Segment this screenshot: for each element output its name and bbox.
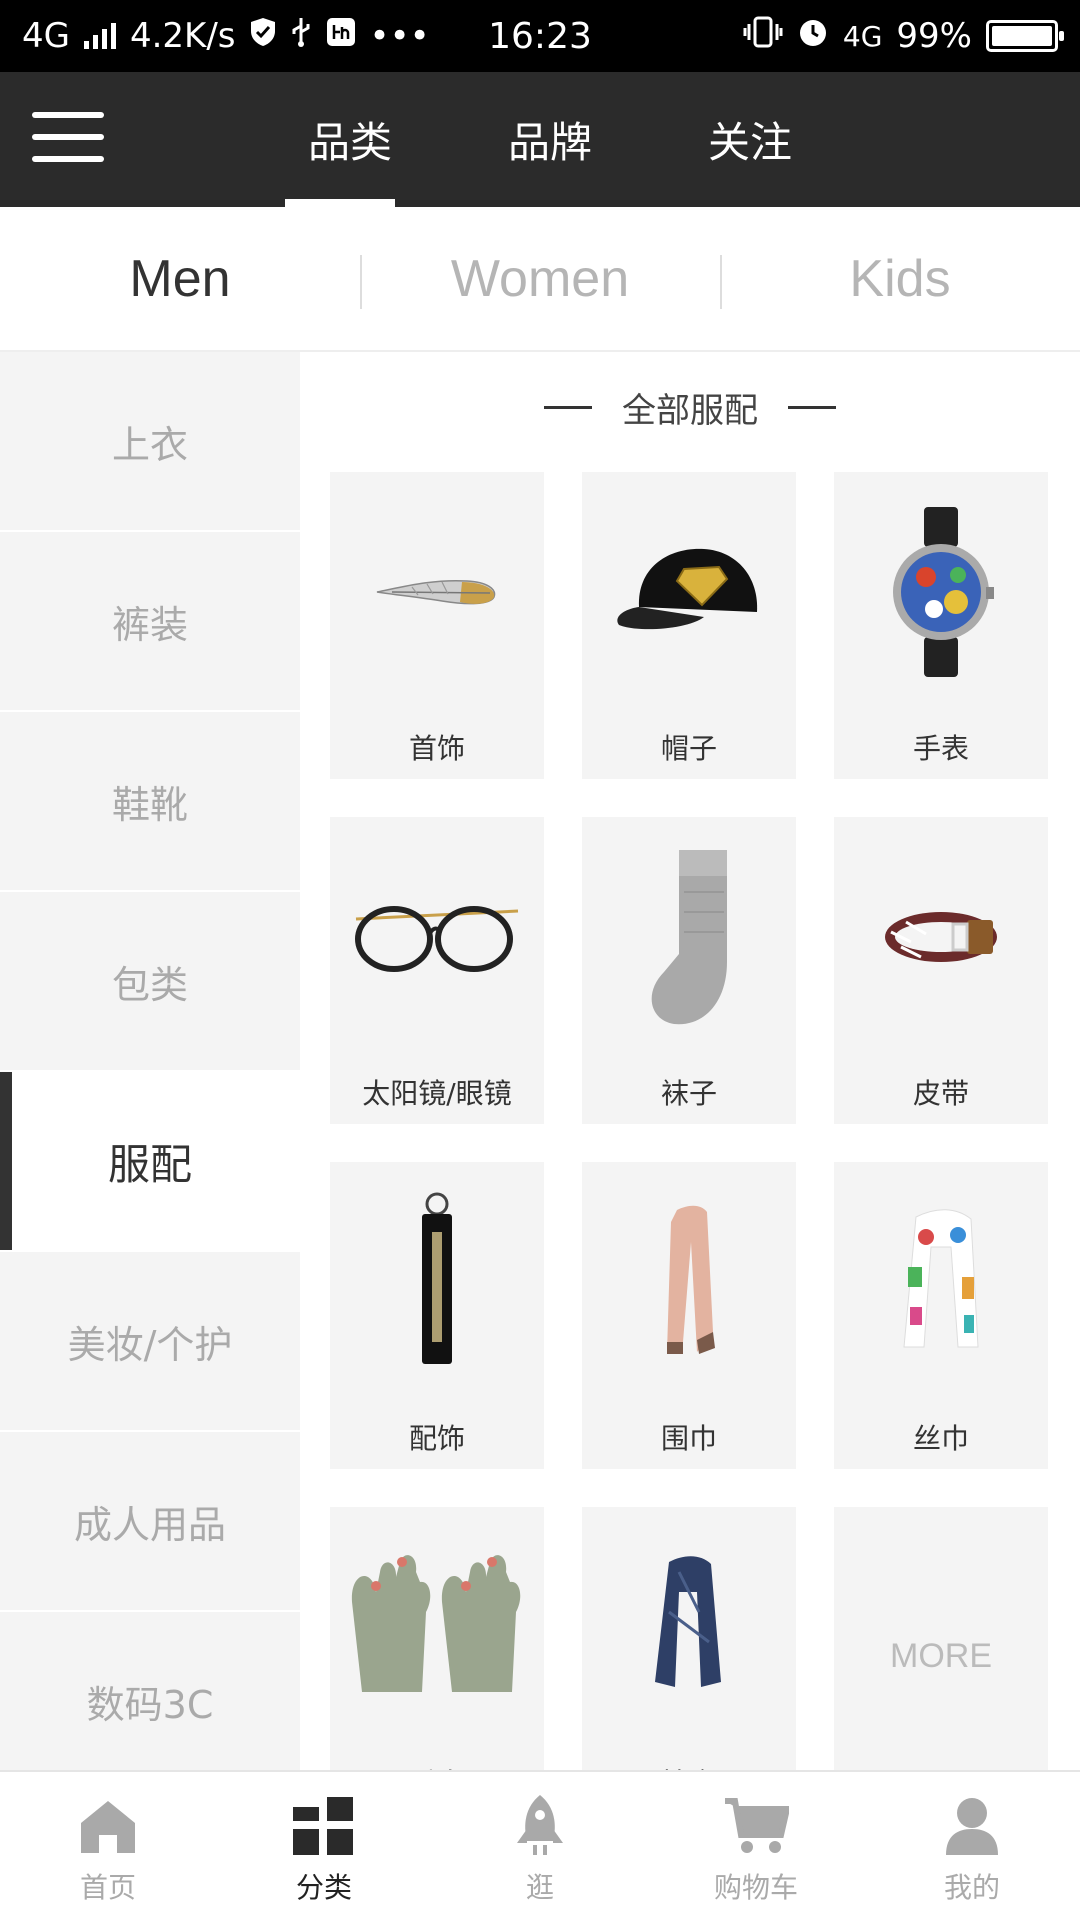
gender-tab-women[interactable]: Women <box>360 249 720 309</box>
sidebar-item-digital[interactable]: 数码3C <box>0 1612 300 1770</box>
category-card-glasses[interactable]: 太阳镜/眼镜 <box>330 817 544 1124</box>
category-card-gloves[interactable]: 手套 <box>330 1507 544 1770</box>
category-card-socks[interactable]: 袜子 <box>582 817 796 1124</box>
section-header: 全部服配 <box>300 352 1080 462</box>
glasses-icon <box>330 837 544 1037</box>
gloves-icon <box>330 1527 544 1727</box>
card-label: 太阳镜/眼镜 <box>362 1077 512 1110</box>
category-card-shawls[interactable]: 披肩 <box>582 1507 796 1770</box>
bottom-nav-explore[interactable]: 逛 <box>432 1772 648 1920</box>
card-label: 配饰 <box>408 1422 465 1455</box>
cap-icon <box>582 492 796 692</box>
divider <box>544 405 592 409</box>
card-label: 丝巾 <box>912 1422 969 1455</box>
sock-icon <box>582 837 796 1037</box>
clock: 16:23 <box>488 15 592 57</box>
category-sidebar: 上衣 裤装 鞋靴 包类 服配 美妆/个护 成人用品 数码3C <box>0 352 300 1770</box>
bottom-nav-label: 逛 <box>525 1871 554 1904</box>
bottom-nav: 首页 分类 逛 购物车 我的 <box>0 1770 1080 1920</box>
bottom-nav-label: 我的 <box>943 1871 1000 1904</box>
belt-icon <box>834 837 1048 1037</box>
sidebar-item-beauty[interactable]: 美妆/个护 <box>0 1252 300 1432</box>
feather-jewelry-icon <box>330 492 544 692</box>
bottom-nav-label: 首页 <box>79 1871 136 1904</box>
category-card-jewelry[interactable]: 首饰 <box>330 472 544 779</box>
card-label: 手表 <box>912 732 969 765</box>
status-bar: 4G 4.2K/s ••• 16:23 4G 99% <box>0 0 1080 72</box>
rocket-icon <box>507 1794 573 1858</box>
bottom-nav-home[interactable]: 首页 <box>0 1772 216 1920</box>
menu-icon[interactable] <box>32 112 104 168</box>
sidebar-item-shoes[interactable]: 鞋靴 <box>0 712 300 892</box>
shawl-icon <box>582 1527 796 1727</box>
bottom-nav-mine[interactable]: 我的 <box>864 1772 1080 1920</box>
bottom-nav-category[interactable]: 分类 <box>216 1772 432 1920</box>
gender-tab-men[interactable]: Men <box>0 249 360 309</box>
sidebar-item-bags[interactable]: 包类 <box>0 892 300 1072</box>
scarf-icon <box>582 1182 796 1382</box>
watch-icon <box>834 492 1048 692</box>
category-card-scarves[interactable]: 围巾 <box>582 1162 796 1469</box>
home-icon <box>75 1794 141 1858</box>
category-card-belts[interactable]: 皮带 <box>834 817 1048 1124</box>
sidebar-item-accessories[interactable]: 服配 <box>0 1072 300 1252</box>
section-title: 全部服配 <box>622 390 758 431</box>
category-icon <box>291 1794 357 1858</box>
user-icon <box>939 1794 1005 1858</box>
card-label: 披肩 <box>582 1762 796 1770</box>
divider <box>788 405 836 409</box>
bottom-nav-label: 购物车 <box>713 1871 798 1904</box>
more-card[interactable]: MORE <box>834 1507 1048 1770</box>
category-card-hats[interactable]: 帽子 <box>582 472 796 779</box>
card-label: 围巾 <box>660 1422 717 1455</box>
gender-tab-kids[interactable]: Kids <box>720 249 1080 309</box>
card-label: 帽子 <box>660 732 717 765</box>
sidebar-item-pants[interactable]: 裤装 <box>0 532 300 712</box>
cart-icon <box>723 1794 789 1858</box>
gender-tabs: Men Women Kids <box>0 207 1080 352</box>
top-nav: 品类 品牌 关注 <box>0 72 1080 207</box>
tab-brand[interactable]: 品牌 <box>450 72 650 207</box>
tab-category[interactable]: 品类 <box>250 72 450 207</box>
tab-follow[interactable]: 关注 <box>650 72 850 207</box>
card-label: 皮带 <box>912 1077 969 1110</box>
silk-scarf-icon <box>834 1182 1048 1382</box>
bottom-nav-label: 分类 <box>295 1871 352 1904</box>
more-label: MORE <box>890 1637 992 1675</box>
card-label: 袜子 <box>660 1077 717 1110</box>
keychain-icon <box>330 1182 544 1382</box>
bottom-nav-cart[interactable]: 购物车 <box>648 1772 864 1920</box>
category-content: 全部服配 首饰 帽子 手表 太阳镜/眼镜 袜子 皮带 配饰 围巾 丝巾 MORE <box>300 352 1080 1770</box>
category-card-silk-scarves[interactable]: 丝巾 <box>834 1162 1048 1469</box>
category-card-watches[interactable]: 手表 <box>834 472 1048 779</box>
sidebar-item-adult[interactable]: 成人用品 <box>0 1432 300 1612</box>
category-card-accessories[interactable]: 配饰 <box>330 1162 544 1469</box>
card-label: 手套 <box>330 1762 544 1770</box>
item-grid: 首饰 帽子 手表 太阳镜/眼镜 袜子 皮带 配饰 围巾 丝巾 MORE <box>300 462 1080 1770</box>
battery-icon <box>986 20 1064 52</box>
sidebar-item-tops[interactable]: 上衣 <box>0 352 300 532</box>
card-label: 首饰 <box>408 732 465 765</box>
